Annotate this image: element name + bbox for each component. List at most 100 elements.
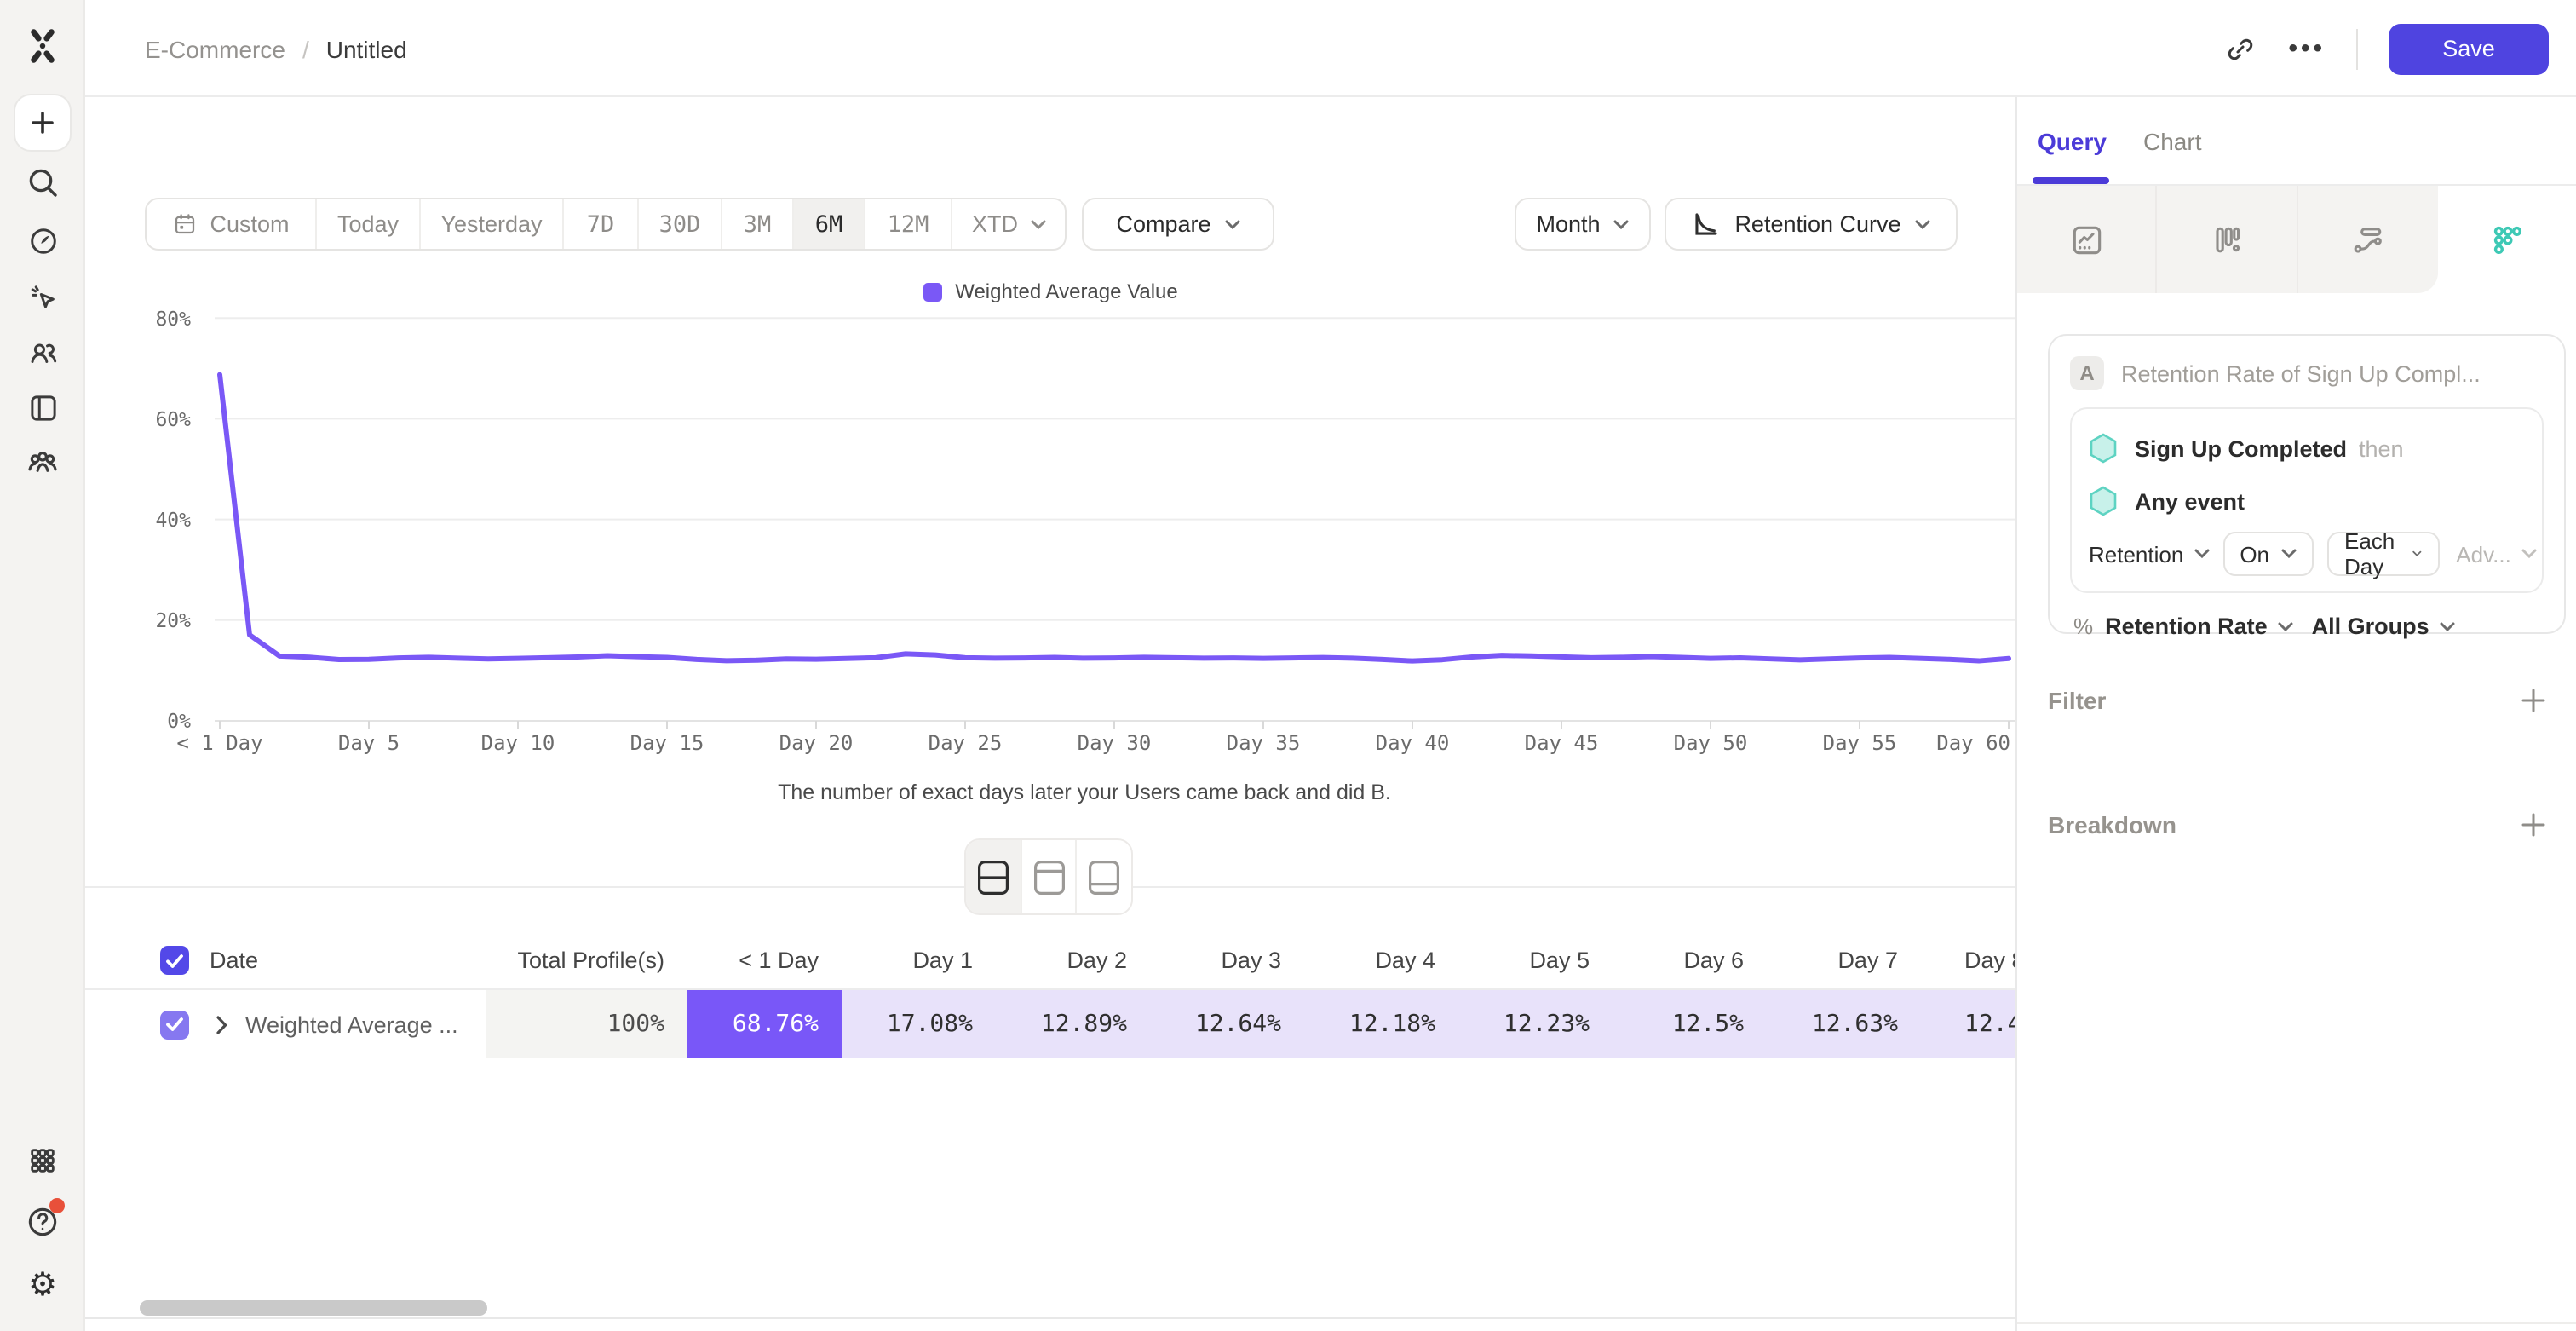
step-letter-badge: A <box>2070 356 2104 390</box>
range-custom[interactable]: Custom <box>147 199 317 249</box>
retention-icon <box>2488 220 2527 259</box>
x-axis-tick: Day 50 <box>1642 731 1779 755</box>
cell-retention-value[interactable]: 17.08% <box>841 990 995 1058</box>
search-icon[interactable] <box>22 162 63 203</box>
filter-label: Filter <box>2048 687 2106 714</box>
flows-icon <box>2349 221 2386 258</box>
second-event-name[interactable]: Any event <box>2135 488 2245 514</box>
x-axis-tick: Day 60 <box>1874 731 2010 755</box>
column-header-day[interactable]: Day 5 <box>1458 948 1612 973</box>
column-header-day[interactable]: < 1 Day <box>687 948 841 973</box>
save-button[interactable]: Save <box>2389 23 2549 74</box>
apps-grid-icon[interactable] <box>22 1140 63 1181</box>
add-breakdown-button[interactable] <box>2520 811 2547 838</box>
cell-retention-value[interactable]: 12.4% <box>1920 990 2015 1058</box>
retention-line-svg[interactable] <box>85 307 2015 736</box>
calendar-icon <box>172 211 198 237</box>
cell-retention-value[interactable]: 12.64% <box>1149 990 1303 1058</box>
column-header-day[interactable]: Day 7 <box>1766 948 1920 973</box>
cell-retention-value[interactable]: 68.76% <box>687 990 841 1058</box>
layout-table-only-button[interactable] <box>1078 840 1131 913</box>
panel-tabs: Query Chart <box>2017 97 2576 186</box>
table-row[interactable]: Weighted Average ... 100% 68.76% 17.08% … <box>153 990 2015 1058</box>
chart-legend[interactable]: Weighted Average Value <box>85 279 2015 303</box>
events-cursor-click-icon[interactable] <box>22 276 63 317</box>
cell-retention-value[interactable]: 12.23% <box>1458 990 1612 1058</box>
range-12m[interactable]: 12M <box>865 199 952 249</box>
tab-query[interactable]: Query <box>2038 97 2107 184</box>
layout-chart-only-button[interactable] <box>1021 840 1077 913</box>
cell-total-profiles[interactable]: 100% <box>486 990 687 1058</box>
x-axis-tick: < 1 Day <box>152 731 288 755</box>
legend-swatch <box>923 282 941 301</box>
app-window: ⚙ E-Commerce / Untitled ••• Save <box>0 0 2576 1331</box>
expand-row-icon[interactable] <box>216 1015 228 1034</box>
first-event-name[interactable]: Sign Up Completed <box>2135 435 2347 461</box>
boards-icon[interactable] <box>22 387 63 428</box>
report-type-insights-tab[interactable] <box>2017 186 2158 293</box>
report-canvas: Custom Today Yesterday 7D 30D 3M 6M 12M … <box>85 97 2015 1331</box>
on-dropdown[interactable]: On <box>2222 532 2314 576</box>
column-header-day[interactable]: Day 6 <box>1612 948 1766 973</box>
range-xtd[interactable]: XTD <box>952 199 1065 249</box>
retention-type-dropdown[interactable]: Retention <box>2089 541 2209 567</box>
column-header-day[interactable]: Day 4 <box>1303 948 1458 973</box>
range-3m[interactable]: 3M <box>722 199 794 249</box>
cell-retention-value[interactable]: 12.89% <box>995 990 1149 1058</box>
range-today[interactable]: Today <box>317 199 421 249</box>
share-link-icon[interactable] <box>2223 32 2257 66</box>
granularity-dropdown[interactable]: Month <box>1515 198 1651 251</box>
add-filter-button[interactable] <box>2520 687 2547 714</box>
range-yesterday[interactable]: Yesterday <box>421 199 564 249</box>
range-7d[interactable]: 7D <box>564 199 639 249</box>
column-header-day[interactable]: Day 1 <box>841 948 995 973</box>
range-6m-active[interactable]: 6M <box>794 199 865 249</box>
filter-section: Filter <box>2048 687 2547 714</box>
column-header-total[interactable]: Total Profile(s) <box>486 948 687 973</box>
layout-split-button[interactable] <box>966 840 1021 913</box>
discover-compass-icon[interactable] <box>22 220 63 261</box>
groups-dropdown[interactable]: All Groups <box>2312 614 2455 639</box>
measure-dropdown[interactable]: Retention Rate <box>2105 614 2293 639</box>
legend-label: Weighted Average Value <box>955 279 1178 303</box>
help-icon[interactable] <box>22 1201 63 1242</box>
chart-type-dropdown[interactable]: Retention Curve <box>1665 198 1958 251</box>
active-tab-underline <box>2033 177 2109 183</box>
create-new-button[interactable] <box>14 94 72 152</box>
cohorts-group-icon[interactable] <box>22 441 63 482</box>
x-axis-tick: Day 15 <box>599 731 735 755</box>
range-30d[interactable]: 30D <box>639 199 722 249</box>
report-type-retention-tab-active[interactable] <box>2438 186 2576 293</box>
retention-curve-icon <box>1692 210 1721 239</box>
chevron-down-icon <box>2413 549 2423 559</box>
chevron-down-icon <box>1915 219 1930 229</box>
advanced-dropdown[interactable]: Adv... <box>2456 541 2537 567</box>
cell-retention-value[interactable]: 12.63% <box>1766 990 1920 1058</box>
cell-retention-value[interactable]: 12.18% <box>1303 990 1458 1058</box>
mixpanel-logo-icon[interactable] <box>22 26 63 66</box>
report-type-flows-tab[interactable] <box>2297 186 2438 293</box>
column-header-date[interactable]: Date <box>210 948 258 973</box>
compare-button[interactable]: Compare <box>1082 198 1274 251</box>
row-checkbox[interactable] <box>160 1010 189 1039</box>
x-axis-caption: The number of exact days later your User… <box>153 781 2015 804</box>
settings-gear-icon[interactable]: ⚙ <box>22 1265 63 1305</box>
y-axis-tick: 60% <box>126 405 191 432</box>
column-header-day[interactable]: Day 2 <box>995 948 1149 973</box>
column-header-day[interactable]: Day 8 <box>1920 948 2015 973</box>
chevron-down-icon <box>2521 549 2537 559</box>
horizontal-scrollbar-thumb[interactable] <box>140 1300 487 1316</box>
tab-chart[interactable]: Chart <box>2143 97 2201 184</box>
each-day-dropdown[interactable]: Each Day <box>2327 532 2439 576</box>
funnels-icon <box>2208 221 2245 258</box>
report-type-funnels-tab[interactable] <box>2158 186 2298 293</box>
select-all-checkbox[interactable] <box>160 946 189 975</box>
step-title[interactable]: Retention Rate of Sign Up Compl... <box>2121 360 2481 386</box>
cell-retention-value[interactable]: 12.5% <box>1612 990 1766 1058</box>
breadcrumb-project[interactable]: E-Commerce <box>145 35 285 62</box>
users-icon[interactable] <box>22 332 63 373</box>
breadcrumb-page-title[interactable]: Untitled <box>326 35 407 62</box>
more-menu-icon[interactable]: ••• <box>2288 34 2326 63</box>
column-header-day[interactable]: Day 3 <box>1149 948 1303 973</box>
notification-dot <box>49 1198 65 1213</box>
